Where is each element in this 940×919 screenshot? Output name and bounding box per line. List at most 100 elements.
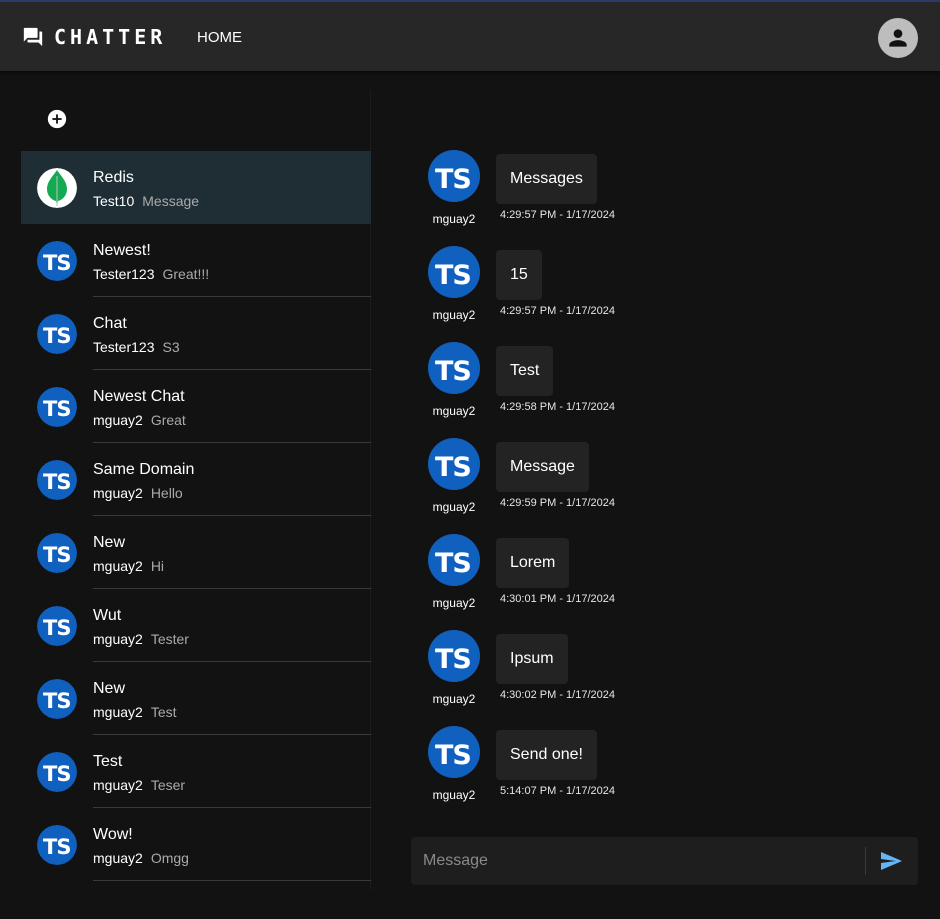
chat-list-item[interactable]: TS New mguay2 Hi: [21, 516, 371, 589]
chat-name: Newest Chat: [93, 388, 185, 405]
chat-last-message: mguay2 Omgg: [93, 850, 189, 866]
avatar: TS: [37, 241, 77, 281]
chat-list-item[interactable]: TS Wut mguay2 Tester: [21, 589, 371, 662]
message-input[interactable]: [423, 837, 863, 885]
brand-name[interactable]: CHATTER: [54, 25, 166, 49]
divider: [93, 880, 371, 881]
avatar: TS: [37, 606, 77, 646]
avatar-initials-icon: TS: [43, 689, 71, 713]
message-list: TS mguay2 Messages 4:29:57 PM - 1/17/2024 TS…: [390, 90, 920, 822]
avatar-initials-icon: TS: [435, 740, 472, 771]
avatar: TS: [37, 460, 77, 500]
avatar: TS: [37, 533, 77, 573]
message-timestamp: 4:29:57 PM - 1/17/2024: [500, 209, 615, 221]
avatar: TS: [37, 387, 77, 427]
chat-last-sender: mguay2: [93, 558, 143, 574]
chat-avatar: TS: [37, 314, 77, 354]
avatar-initials-icon: TS: [43, 616, 71, 640]
chat-list-item[interactable]: TS Wow! mguay2 Omgg: [21, 808, 371, 881]
chat-name: Newest!: [93, 242, 151, 259]
chat-last-message: mguay2 Test: [93, 704, 177, 720]
avatar-initials-icon: TS: [43, 324, 71, 348]
chat-last-text: Great!!!: [162, 266, 210, 282]
message-bubble: Lorem: [496, 538, 570, 588]
message-row: TS mguay2 Lorem 4:30:01 PM - 1/17/2024: [428, 534, 888, 630]
chat-list-item[interactable]: TS Same Domain mguay2 Hello: [21, 443, 371, 516]
message-username: mguay2: [432, 692, 476, 706]
chat-avatar: TS: [37, 460, 77, 500]
chat-last-text: Hi: [150, 558, 165, 574]
message-username: mguay2: [432, 596, 476, 610]
avatar-initials-icon: TS: [435, 164, 472, 195]
chat-avatar: [37, 168, 77, 208]
message-row: TS mguay2 Ipsum 4:30:02 PM - 1/17/2024: [428, 630, 888, 726]
chat-last-sender: mguay2: [93, 485, 143, 501]
mongodb-leaf-icon: [37, 168, 77, 208]
chat-list-item[interactable]: TS Test mguay2 Teser: [21, 735, 371, 808]
account-avatar-button[interactable]: [878, 18, 918, 58]
app-bar: CHATTER HOME: [0, 0, 940, 71]
chat-last-sender: mguay2: [93, 777, 143, 793]
chat-last-message: mguay2 Tester: [93, 631, 189, 647]
message-avatar: TS: [428, 534, 480, 586]
avatar-initials-icon: TS: [43, 397, 71, 421]
chat-last-text: Tester: [150, 631, 189, 647]
person-icon: [889, 29, 907, 47]
message-username: mguay2: [432, 500, 476, 514]
avatar-initials-icon: TS: [435, 452, 472, 483]
message-avatar: TS: [428, 246, 480, 298]
chat-name: Chat: [93, 315, 127, 332]
composer-divider: [865, 847, 866, 875]
avatar-initials-icon: TS: [43, 251, 71, 275]
chat-list-item[interactable]: Redis Test10 Message: [21, 151, 371, 224]
chat-list-item[interactable]: TS Chat Tester123 S3: [21, 297, 371, 370]
chat-name: Wut: [93, 607, 122, 624]
avatar-initials-icon: TS: [43, 543, 71, 567]
avatar: TS: [37, 752, 77, 792]
chat-last-text: Great: [150, 412, 186, 428]
chat-last-sender: mguay2: [93, 704, 143, 720]
message-row: TS mguay2 15 4:29:57 PM - 1/17/2024: [428, 246, 888, 342]
avatar: TS: [428, 438, 480, 490]
chat-last-message: Tester123 Great!!!: [93, 266, 209, 282]
chat-name: Test: [93, 753, 123, 770]
chat-list-item[interactable]: TS New mguay2 Test: [21, 662, 371, 735]
avatar-initials-icon: TS: [43, 762, 71, 786]
chat-avatar: TS: [37, 533, 77, 573]
message-bubble: Ipsum: [496, 634, 568, 684]
chat-avatar: TS: [37, 679, 77, 719]
avatar: TS: [37, 679, 77, 719]
chat-name: New: [93, 534, 126, 551]
chat-list-item[interactable]: TS Newest! Tester123 Great!!!: [21, 224, 371, 297]
message-bubble: Messages: [496, 154, 597, 204]
avatar-initials-icon: TS: [43, 470, 71, 494]
add-chat-icon[interactable]: [46, 108, 68, 130]
chat-last-text: S3: [162, 339, 180, 355]
avatar: TS: [37, 825, 77, 865]
nav-home-link[interactable]: HOME: [197, 29, 242, 46]
avatar-initials-icon: TS: [435, 356, 472, 387]
message-row: TS mguay2 Send one! 5:14:07 PM - 1/17/2024: [428, 726, 888, 822]
message-avatar: TS: [428, 726, 480, 778]
message-timestamp: 4:30:01 PM - 1/17/2024: [500, 593, 615, 605]
chat-avatar: TS: [37, 387, 77, 427]
avatar: TS: [428, 246, 480, 298]
send-icon[interactable]: [879, 849, 903, 873]
chat-last-sender: mguay2: [93, 631, 143, 647]
avatar-initials-icon: TS: [435, 644, 472, 675]
message-username: mguay2: [432, 404, 476, 418]
chat-list-item[interactable]: TS Newest Chat mguay2 Great: [21, 370, 371, 443]
message-username: mguay2: [432, 308, 476, 322]
chat-last-message: Test10 Message: [93, 193, 199, 209]
avatar: TS: [428, 342, 480, 394]
message-username: mguay2: [432, 212, 476, 226]
chat-last-text: Message: [142, 193, 200, 209]
chat-last-message: mguay2 Great: [93, 412, 186, 428]
message-avatar: TS: [428, 342, 480, 394]
avatar: TS: [428, 534, 480, 586]
message-timestamp: 4:29:58 PM - 1/17/2024: [500, 401, 615, 413]
chat-last-sender: mguay2: [93, 412, 143, 428]
message-bubble: 15: [496, 250, 542, 300]
chat-last-message: Tester123 S3: [93, 339, 180, 355]
message-bubble: Test: [496, 346, 554, 396]
